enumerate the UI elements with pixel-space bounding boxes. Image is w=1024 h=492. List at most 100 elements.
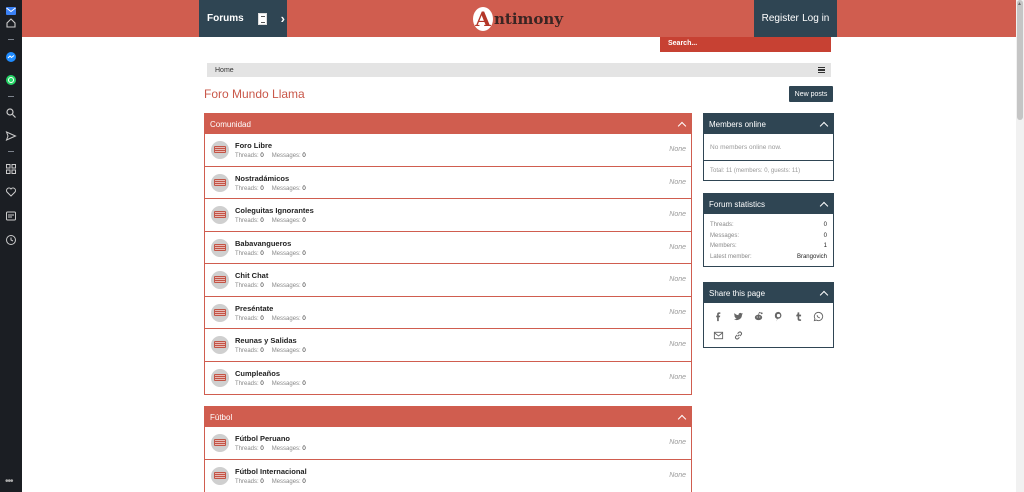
forum-node[interactable]: Chit Chat Threads: 0 Messages: 0 None (205, 264, 691, 297)
forum-title[interactable]: Preséntate (235, 304, 273, 313)
forum-title[interactable]: Nostradámicos (235, 174, 289, 183)
register-link[interactable]: Register (762, 13, 799, 24)
category-header[interactable]: Comunidad (205, 114, 691, 134)
heart-icon[interactable] (4, 185, 18, 199)
forums-menu-button[interactable]: Forums › (199, 0, 287, 37)
clock-icon[interactable] (4, 233, 18, 247)
forum-title[interactable]: Reunas y Salidas (235, 336, 297, 345)
page-scrollbar[interactable]: ▲ (1016, 0, 1024, 492)
threads-label: Threads: (235, 218, 259, 224)
members-online-widget: Members online No members online now. To… (703, 113, 834, 181)
widget-header[interactable]: Share this page (704, 283, 833, 303)
menu-icon[interactable] (818, 67, 825, 73)
forum-node[interactable]: Cumpleaños Threads: 0 Messages: 0 None (205, 362, 691, 395)
forum-title[interactable]: Fútbol Peruano (235, 434, 290, 443)
messages-label: Messages: (271, 348, 301, 354)
document-icon (257, 12, 267, 25)
forum-stats: Threads: 0 Messages: 0 (235, 348, 314, 354)
reddit-icon[interactable] (753, 311, 764, 322)
threads-label: Threads: (235, 153, 259, 159)
forum-node[interactable]: Reunas y Salidas Threads: 0 Messages: 0 N… (205, 329, 691, 362)
messenger-icon[interactable] (4, 50, 18, 64)
threads-label: Threads: (235, 185, 259, 192)
threads-count: 0 (260, 478, 264, 485)
category-header[interactable]: Fútbol (205, 407, 691, 427)
forum-node[interactable]: Preséntate Threads: 0 Messages: 0 None (205, 297, 691, 329)
messages-count: 0 (302, 315, 306, 322)
user-nav: Register Log in (754, 0, 837, 37)
latest-post: None (669, 276, 686, 283)
collapse-chevron-icon[interactable] (819, 201, 829, 210)
threads-count: 0 (260, 380, 264, 387)
threads-count: 0 (260, 283, 264, 289)
messages-label: Messages: (271, 218, 301, 224)
latest-post: None (669, 243, 686, 251)
home-icon[interactable] (4, 16, 18, 30)
threads-label: Threads: (235, 348, 259, 354)
apps-icon[interactable] (4, 162, 18, 176)
latest-member-link[interactable]: Brangovich (797, 254, 827, 260)
whatsapp-icon[interactable] (4, 73, 18, 87)
tumblr-icon[interactable] (793, 311, 804, 322)
forum-title[interactable]: Cumpleaños (235, 369, 280, 378)
whatsapp-share-icon[interactable] (813, 311, 824, 322)
logo-letter: A (473, 6, 493, 31)
link-icon[interactable] (733, 330, 744, 341)
search-input[interactable]: Search... (660, 37, 831, 52)
new-posts-button[interactable]: New posts (789, 86, 833, 102)
threads-label: Threads: (235, 315, 259, 322)
forum-stats: Threads: 0 Messages: 0 (235, 381, 314, 387)
forum-node[interactable]: Fútbol Peruano Threads: 0 Messages: 0 Non… (205, 427, 691, 460)
notes-icon[interactable] (4, 209, 18, 223)
forum-title[interactable]: Coleguitas Ignorantes (235, 206, 314, 215)
share-row (713, 311, 825, 322)
pinterest-icon[interactable] (773, 311, 784, 322)
forum-node[interactable]: Babavangueros Threads: 0 Messages: 0 None (205, 232, 691, 264)
messages-count: 0 (302, 185, 306, 192)
widget-body (704, 303, 833, 347)
collapse-chevron-icon[interactable] (677, 414, 687, 423)
forum-statistics-widget: Forum statistics Threads: 0 Messages: 0 … (703, 193, 834, 268)
members-online-total: Total: 11 (members: 0, guests: 11) (710, 167, 801, 174)
login-link[interactable]: Log in (802, 13, 829, 24)
messages-count: 0 (302, 380, 306, 387)
forum-icon (211, 238, 229, 257)
category-title[interactable]: Fútbol (210, 413, 232, 422)
messages-count: 0 (302, 446, 306, 452)
widget-header[interactable]: Forum statistics (704, 194, 833, 214)
category-title[interactable]: Comunidad (210, 120, 251, 129)
facebook-icon[interactable] (713, 311, 724, 322)
forum-node[interactable]: Fútbol Internacional Threads: 0 Messages:… (205, 460, 691, 492)
forum-node[interactable]: Nostradámicos Threads: 0 Messages: 0 None (205, 167, 691, 199)
email-icon[interactable] (713, 330, 724, 341)
browser-sidebar: ••• (0, 0, 22, 492)
breadcrumb-home[interactable]: Home (215, 67, 234, 74)
latest-post: None (669, 439, 686, 446)
site-logo[interactable]: A ntimony (473, 5, 563, 32)
widget-title: Forum statistics (709, 199, 766, 209)
collapse-chevron-icon[interactable] (677, 121, 687, 130)
forum-icon (211, 466, 229, 485)
threads-count: 0 (260, 218, 264, 224)
latest-post: None (669, 341, 686, 348)
search-icon[interactable] (4, 106, 18, 120)
forum-title[interactable]: Foro Libre (235, 141, 272, 150)
send-icon[interactable] (4, 129, 18, 143)
threads-count: 0 (260, 153, 264, 159)
forum-stats: Threads: 0 Messages: 0 (235, 153, 314, 159)
forum-node[interactable]: Coleguitas Ignorantes Threads: 0 Messages… (205, 199, 691, 232)
messages-label: Messages: (271, 315, 301, 322)
forum-title[interactable]: Chit Chat (235, 271, 268, 280)
latest-post: None (669, 308, 686, 316)
twitter-icon[interactable] (733, 311, 744, 322)
scroll-up-arrow-icon[interactable]: ▲ (1017, 1, 1022, 7)
forum-node[interactable]: Foro Libre Threads: 0 Messages: 0 None (205, 134, 691, 167)
scrollbar-thumb[interactable] (1017, 0, 1023, 120)
forum-icon (211, 303, 229, 322)
forum-title[interactable]: Babavangueros (235, 239, 291, 248)
collapse-chevron-icon[interactable] (819, 121, 829, 130)
widget-header[interactable]: Members online (704, 114, 833, 134)
collapse-chevron-icon[interactable] (819, 290, 829, 299)
forum-title[interactable]: Fútbol Internacional (235, 467, 307, 476)
more-icon[interactable]: ••• (5, 476, 13, 487)
